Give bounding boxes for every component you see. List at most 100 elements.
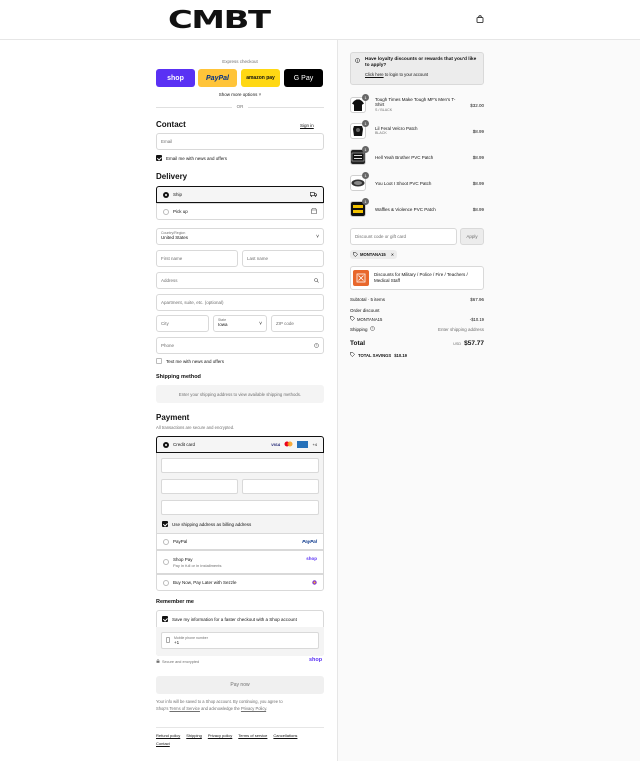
tag-icon <box>350 316 355 322</box>
sign-in-link[interactable]: Sign in <box>300 123 314 128</box>
military-discount-text: Discounts for Military / Police / Fire /… <box>374 272 468 283</box>
use-shipping-label: Use shipping address as billing address <box>172 521 252 527</box>
svg-text:?: ? <box>316 343 318 347</box>
close-icon[interactable]: ✕ <box>391 252 395 257</box>
item-thumbnail: 1 <box>350 94 369 113</box>
paypal-button[interactable]: PayPal <box>198 69 237 87</box>
google-pay-button[interactable]: G Pay <box>284 69 323 87</box>
card-cvv-field[interactable] <box>242 479 319 494</box>
contact-link[interactable]: Contact <box>156 741 170 746</box>
terms-link[interactable]: Terms of Service <box>169 706 199 711</box>
address-placeholder: Address <box>161 278 178 283</box>
cancellations-link[interactable]: Cancellations <box>273 733 297 738</box>
privacy-link[interactable]: Privacy Policy <box>241 706 266 711</box>
military-discount-banner[interactable]: Discounts for Military / Police / Fire /… <box>350 266 484 290</box>
order-discount-label: Order discount <box>350 308 380 313</box>
refund-policy-link[interactable]: Refund policy <box>156 733 180 738</box>
credit-card-label: Credit card <box>173 442 196 447</box>
item-variant: BLACK <box>375 131 387 135</box>
chevron-down-icon: ˅ <box>316 234 319 240</box>
discount-code-field[interactable]: Discount code or gift card <box>350 228 457 245</box>
total-savings-label: TOTAL SAVINGS <box>358 352 392 358</box>
svg-text:?: ? <box>371 327 373 331</box>
logo[interactable]: CMBT <box>168 7 322 32</box>
or-divider: OR <box>156 104 324 109</box>
discount-tag: MONTANA15 ✕ <box>350 250 398 259</box>
loyalty-title: Have loyalty discounts or rewards that y… <box>365 57 477 68</box>
shop-logo: shop <box>306 555 317 561</box>
first-name-field[interactable]: First name <box>156 250 238 267</box>
paypal-option[interactable]: PayPal PayPal <box>156 533 324 550</box>
tag-icon <box>350 352 355 358</box>
truck-icon <box>310 191 317 198</box>
last-name-field[interactable]: Last name <box>242 250 324 267</box>
paypal-radio[interactable] <box>163 538 169 545</box>
discount-badge-icon <box>353 270 369 286</box>
shop-pay-option[interactable]: Shop Pay Pay in full or in installments … <box>156 550 324 574</box>
total-value: $57.77 <box>464 340 484 347</box>
store-icon <box>311 208 317 215</box>
phone-field[interactable]: Phone ? <box>156 337 324 354</box>
payment-secure-note: All transactions are secure and encrypte… <box>156 425 235 430</box>
amex-icon <box>297 441 309 448</box>
shipping-method-heading: Shipping method <box>156 374 201 380</box>
shipping-value: Enter shipping address <box>437 326 484 332</box>
shop-pay-button[interactable]: shop <box>156 69 195 87</box>
credit-card-option[interactable]: Credit card VISA +4 <box>156 436 324 453</box>
state-select[interactable]: State Iowa ˅ <box>213 315 267 332</box>
address-field[interactable]: Address <box>156 272 324 289</box>
email-field[interactable]: Email <box>156 133 324 150</box>
credit-card-radio[interactable] <box>163 441 169 448</box>
discount-value: -$10.19 <box>469 316 484 322</box>
terms-of-service-link[interactable]: Terms of service <box>238 733 267 738</box>
item-variant: S / BLACK <box>375 107 393 112</box>
shopping-bag-icon[interactable] <box>476 15 484 23</box>
loyalty-login-link[interactable]: Click here <box>365 72 384 77</box>
apartment-field[interactable]: Apartment, suite, etc. (optional) <box>156 294 324 311</box>
item-name: Waffles & Violence PVC Patch <box>375 206 436 212</box>
amazon-pay-button[interactable]: amazon pay <box>241 69 280 87</box>
contact-heading: Contact <box>156 120 186 129</box>
shop-pay-radio[interactable] <box>163 559 169 565</box>
apply-discount-button[interactable]: Apply <box>460 228 484 245</box>
help-icon[interactable]: ? <box>369 326 375 332</box>
text-news-checkbox[interactable] <box>156 358 162 364</box>
country-select[interactable]: Country/Region United States ˅ <box>156 228 324 245</box>
use-shipping-checkbox[interactable] <box>162 521 168 527</box>
tag-icon <box>353 251 358 258</box>
paypal-label: PayPal <box>173 539 188 544</box>
mobile-phone-field[interactable]: Mobile phone number +1 <box>161 632 319 649</box>
pay-now-button[interactable]: Pay now <box>156 676 324 694</box>
sezzle-radio[interactable] <box>163 579 169 586</box>
card-name-field[interactable] <box>161 500 319 515</box>
shop-pay-sub: Pay in full or in installments <box>173 562 222 568</box>
card-expiry-field[interactable] <box>161 479 238 494</box>
save-info-checkbox[interactable] <box>162 616 168 622</box>
shipping-link[interactable]: Shipping <box>186 733 202 738</box>
email-news-checkbox[interactable] <box>156 155 162 161</box>
show-more-options-button[interactable]: Show more options ˅ <box>156 92 324 97</box>
express-checkout-label: Express checkout <box>222 59 258 64</box>
ship-radio[interactable] <box>163 191 169 198</box>
line-item: 1 Hell Yeah Brother PVC Patch $8.99 <box>350 146 484 168</box>
privacy-policy-link[interactable]: Privacy policy <box>208 733 232 738</box>
secure-label: Secure and encrypted <box>162 659 200 664</box>
subtotal-label: Subtotal · 5 items <box>350 297 386 302</box>
line-item: 1 Waffles & Violence PVC Patch $8.99 <box>350 198 484 220</box>
city-field[interactable]: City <box>156 315 209 332</box>
sezzle-option[interactable]: Buy Now, Pay Later with Sezzle <box>156 574 324 591</box>
ship-option[interactable]: Ship <box>156 186 324 203</box>
help-icon[interactable]: ? <box>314 342 319 349</box>
card-number-field[interactable] <box>161 458 319 473</box>
zip-field[interactable]: ZIP code <box>271 315 324 332</box>
lock-icon <box>156 659 160 664</box>
mobile-icon <box>166 636 170 645</box>
legal-ack: and acknowledge the <box>201 705 240 711</box>
shop-pay-label: Shop Pay <box>173 556 193 562</box>
pickup-option[interactable]: Pick up <box>156 203 324 220</box>
legal-shop: Shop's <box>156 705 169 711</box>
pickup-radio[interactable] <box>163 208 169 215</box>
footer-divider <box>156 727 324 728</box>
item-price: $8.99 <box>472 154 484 160</box>
line-item: 1 Lil Feral Velcro Patch BLACK $8.99 <box>350 120 484 142</box>
